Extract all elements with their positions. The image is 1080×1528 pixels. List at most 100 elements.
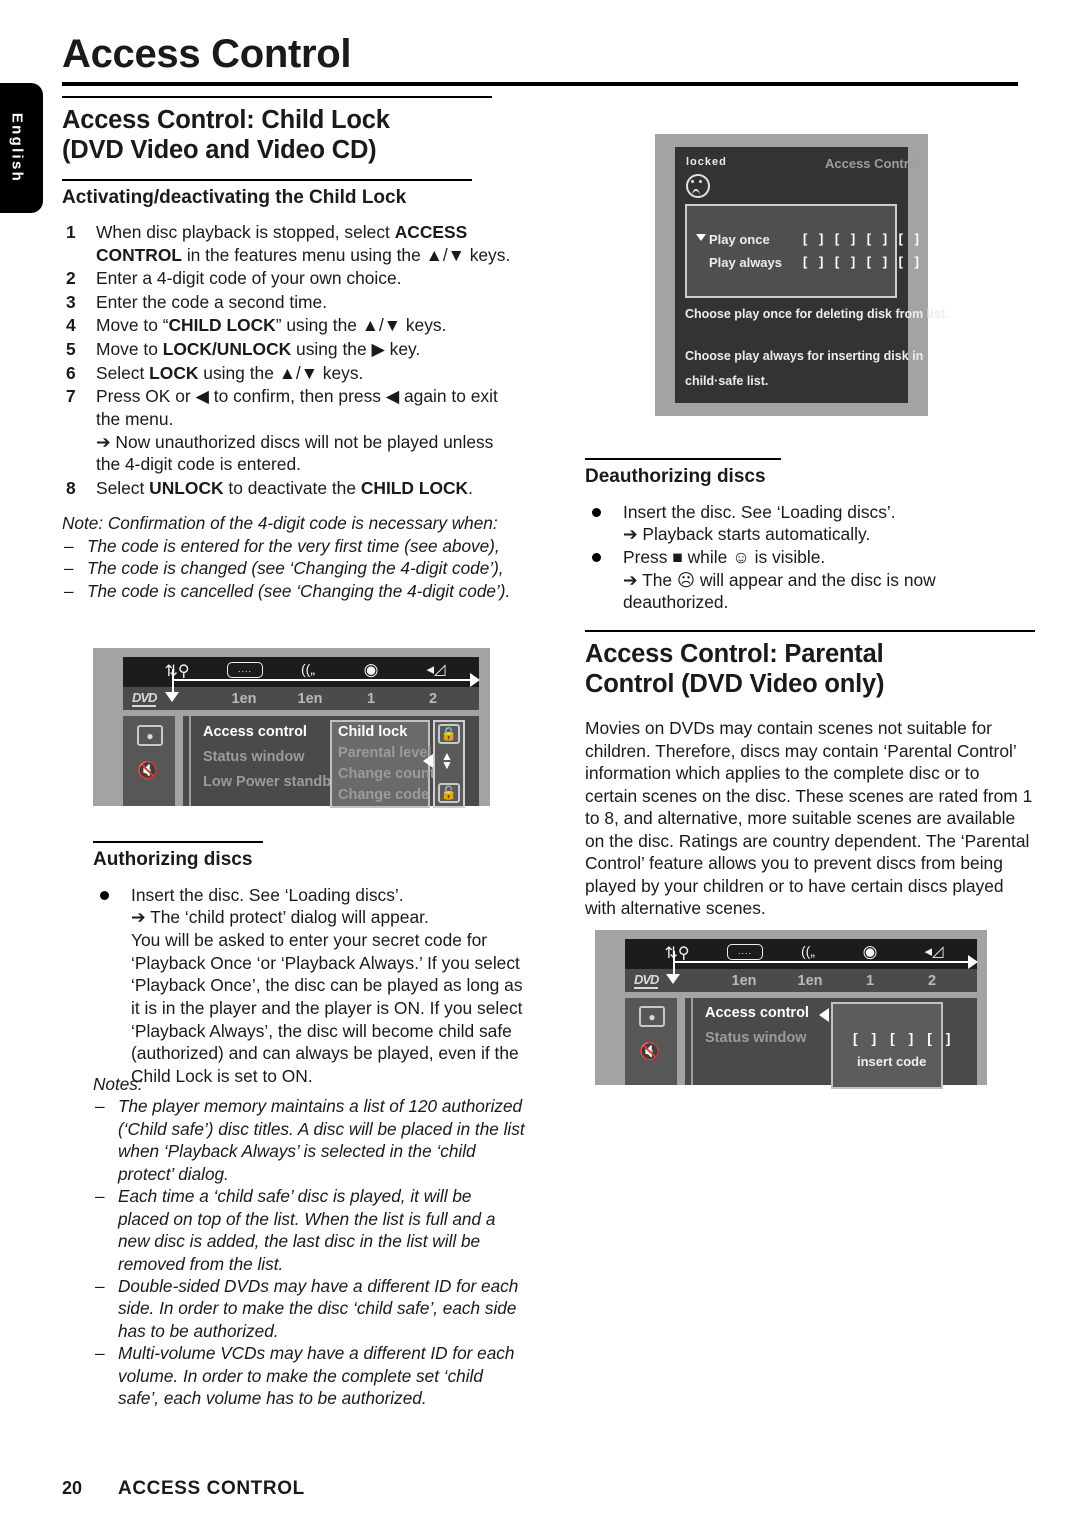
footer-page-number: 20 xyxy=(62,1478,83,1498)
osd-menu-item-access-control[interactable]: Access control xyxy=(203,724,307,740)
volume-icon: ◂◿ xyxy=(924,943,944,960)
step-7-number: 7 xyxy=(66,386,76,407)
activating-subheading: Activating/deactivating the Child Lock xyxy=(62,187,407,209)
step-7-text-a: Press OK or ◀ to confirm, then press ◀ a… xyxy=(96,386,498,429)
mute-icon: 🔇 xyxy=(639,1041,661,1061)
notes-item-1-text: The player memory maintains a list of 12… xyxy=(118,1096,525,1184)
osd2-path-vline-down xyxy=(673,961,675,975)
parental-heading-rule xyxy=(585,630,1035,632)
authorizing-bullet: Insert the disc. See ‘Loading discs’. ➔ … xyxy=(93,884,528,1088)
osd-submenu-item-child-lock[interactable]: Child lock xyxy=(338,724,407,740)
step-4-text-a: Move to “ xyxy=(96,315,169,336)
step-2-number: 2 xyxy=(66,268,76,289)
deauth-b2-line2: ➔ The ☹ will appear and the disc is now … xyxy=(623,569,936,613)
osd2-path-hline xyxy=(673,961,968,963)
note-item-3: – The code is cancelled (see ‘Changing th… xyxy=(62,580,514,602)
osd2-path-arrow-right-icon xyxy=(968,955,978,969)
osd-submenu-item-change-code[interactable]: Change code xyxy=(338,787,429,803)
step-5-bold: LOCK/UNLOCK xyxy=(162,339,292,360)
locked-options-box xyxy=(685,204,897,298)
disc-icon: ◉ xyxy=(363,660,379,679)
dvd-logo-icon: DVD xyxy=(132,690,157,707)
osd2-code-slots[interactable]: [ ] [ ] [ ] xyxy=(853,1030,955,1046)
step-4-bold: CHILD LOCK xyxy=(168,315,276,336)
deauth-b1-line2: ➔ Playback starts automatically. xyxy=(623,524,871,545)
audio-icon: ((„ xyxy=(301,661,315,677)
step-7: 7 Press OK or ◀ to confirm, then press ◀ … xyxy=(62,385,514,476)
locked-hint-line1: Choose play once for deleting disk from … xyxy=(685,307,949,321)
osd-path-arrow-down-icon xyxy=(165,692,179,702)
authorizing-body: You will be asked to enter your secret c… xyxy=(131,930,523,1086)
mute-icon: 🔇 xyxy=(137,760,159,780)
step-1-text-a: When disc playback is stopped, select xyxy=(96,221,395,242)
step-4-number: 4 xyxy=(66,315,76,336)
activating-subheading-rule xyxy=(62,179,472,182)
step-3-text-a: Enter the code a second time. xyxy=(96,291,328,312)
locked-option-play-once[interactable]: Play once xyxy=(709,232,770,247)
left-column: Access Control: Child Lock (DVD Video an… xyxy=(62,96,514,602)
osd2-tab-label-4: 2 xyxy=(927,973,937,989)
language-tab-label: English xyxy=(8,112,25,184)
locked-option-play-always[interactable]: Play always xyxy=(709,255,782,270)
step-2-text-a: Enter a 4-digit code of your own choice. xyxy=(96,268,402,289)
osd-screenshot-insert-code: ⇅⚲ .... ((„ ◉ ◂◿ DVD 1en 1en 1 2 ● 🔇 Acc… xyxy=(595,930,987,1089)
osd-screenshot-child-lock: ⇅⚲ .... ((„ ◉ ◂◿ DVD 1en 1en 1 2 ● 🔇 Acc… xyxy=(93,648,490,808)
notes-lead: Notes: xyxy=(93,1074,143,1094)
dash-marker: – xyxy=(95,1275,105,1296)
deauthorizing-heading-rule xyxy=(585,458,781,460)
volume-icon: ◂◿ xyxy=(426,661,446,678)
bullet-dot-icon xyxy=(100,890,109,900)
step-3: 3 Enter the code a second time. xyxy=(62,291,514,314)
step-1: 1 When disc playback is stopped, select A… xyxy=(62,221,514,266)
step-5-number: 5 xyxy=(66,339,76,360)
step-6: 6 Select LOCK using the ▲/▼ keys. xyxy=(62,362,514,385)
locked-code-slots-always[interactable]: [ ] [ ] [ ] [ ] xyxy=(803,254,923,269)
step-1-text-b: in the features menu using the ▲/▼ keys. xyxy=(181,244,511,265)
osd-menu-item-low-power[interactable]: Low Power standby xyxy=(203,774,339,790)
step-8-text-b: to deactivate the xyxy=(223,477,361,498)
tools-icon: ⇅⚲ xyxy=(664,945,690,962)
osd2-menu-pointer-icon xyxy=(819,1008,829,1022)
locked-title: Access Control xyxy=(825,156,921,171)
osd-path-vline-down xyxy=(172,679,174,693)
osd-menu-item-status-window[interactable]: Status window xyxy=(203,749,305,765)
osd-tab-label-3: 1 xyxy=(366,691,376,707)
osd-tab-label-4: 2 xyxy=(428,691,438,707)
page-title: Access Control xyxy=(62,32,352,76)
dvd-logo-icon: DVD xyxy=(634,972,659,989)
notes-item-4-text: Multi-volume VCDs may have a different I… xyxy=(118,1343,515,1409)
locked-selector-arrow-icon xyxy=(696,234,706,241)
osd2-menu-item-access-control[interactable]: Access control xyxy=(705,1005,809,1021)
step-4: 4 Move to “CHILD LOCK” using the ▲/▼ keys… xyxy=(62,314,514,337)
authorizing-discs-block: Authorizing discs Insert the disc. See ‘… xyxy=(93,841,528,1087)
sad-face-icon xyxy=(686,174,710,198)
osd-path-arrow-right-icon xyxy=(470,673,480,687)
osd2-path-arrow-down-icon xyxy=(666,974,680,984)
osd-submenu-pointer-icon xyxy=(423,754,433,768)
locked-code-slots-once[interactable]: [ ] [ ] [ ] [ ] xyxy=(803,231,923,246)
notes-item-3: – Double-sided DVDs may have a different … xyxy=(93,1275,525,1342)
osd-submenu-item-parental-level[interactable]: Parental level xyxy=(338,745,432,761)
osd2-tab-label-3: 1 xyxy=(865,973,875,989)
subtitle-icon: .... xyxy=(227,662,263,678)
osd2-menu-item-status-window[interactable]: Status window xyxy=(705,1030,807,1046)
deauthorizing-bullet-2: Press ■ while ☺ is visible. ➔ The ☹ will… xyxy=(585,546,1035,614)
eject-icon: ● xyxy=(137,725,163,746)
step-4-text-b: ” using the ▲/▼ keys. xyxy=(275,315,447,336)
tools-icon: ⇅⚲ xyxy=(164,663,190,680)
step-7-arrow-note: ➔ Now unauthorized discs will not be pla… xyxy=(96,431,494,475)
footer-title: ACCESS CONTROL xyxy=(118,1478,305,1499)
step-8-bold-a: UNLOCK xyxy=(149,477,224,498)
osd2-menu-divider xyxy=(691,998,693,1085)
deauth-b1-line1: Insert the disc. See ‘Loading discs’. xyxy=(623,501,896,522)
parental-heading: Access Control: Parental Control (DVD Vi… xyxy=(585,639,1035,699)
note-item-2: – The code is changed (see ‘Changing the … xyxy=(62,557,514,579)
dash-marker: – xyxy=(95,1186,105,1207)
note-item-2-text: The code is changed (see ‘Changing the 4… xyxy=(87,558,504,579)
parental-heading-line2: Control (DVD Video only) xyxy=(585,670,885,699)
deauthorizing-discs-block: Deauthorizing discs Insert the disc. See… xyxy=(585,458,1035,614)
parental-control-block: Access Control: Parental Control (DVD Vi… xyxy=(585,630,1035,920)
step-6-text-a: Select xyxy=(96,362,150,383)
osd-submenu-item-change-country[interactable]: Change country xyxy=(338,766,448,782)
dash-marker: – xyxy=(95,1096,105,1117)
